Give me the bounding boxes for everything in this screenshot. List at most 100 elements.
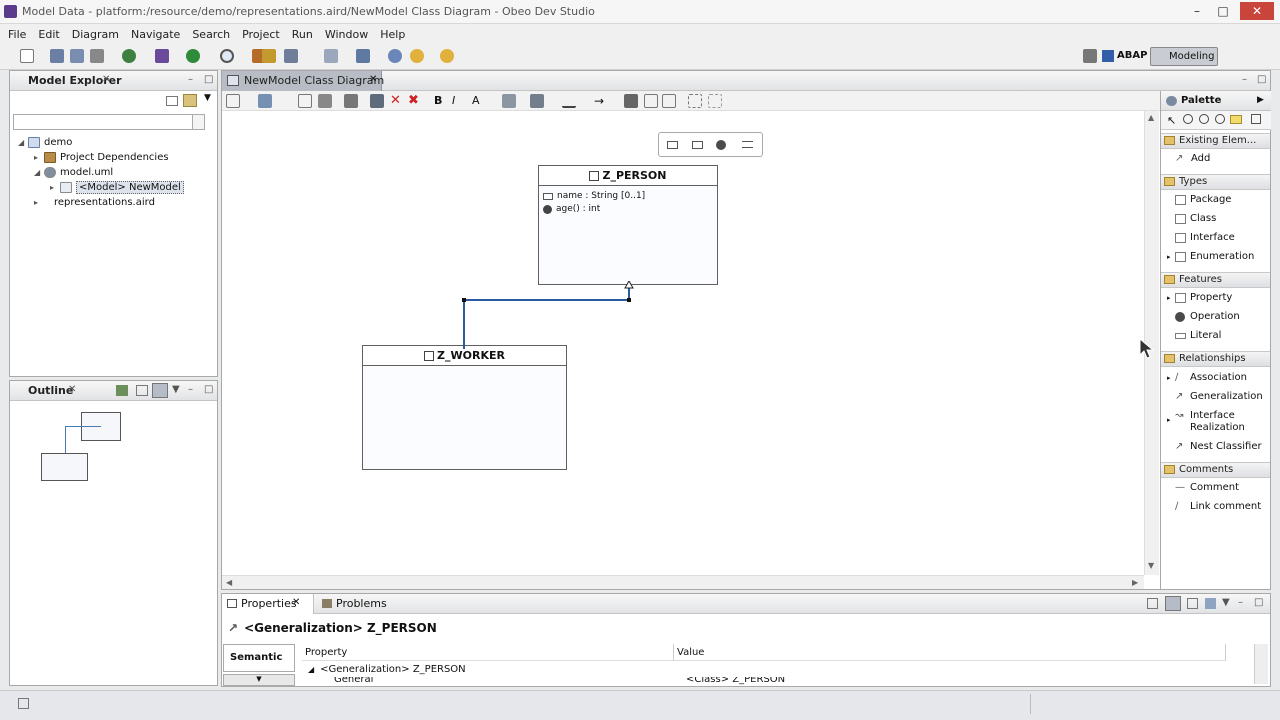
menu-file[interactable]: File xyxy=(8,28,26,41)
side-tab-scroll[interactable]: ▼ xyxy=(223,674,295,686)
tab-outline[interactable]: Outline xyxy=(28,384,73,397)
arrow-style-icon[interactable]: → xyxy=(594,94,608,108)
class-node-person[interactable]: Z_PERSON name : String [0..1] age() : in… xyxy=(538,165,718,285)
properties-scrollbar[interactable] xyxy=(1254,644,1268,684)
fill-color-icon[interactable] xyxy=(502,94,516,108)
palette-item-link-comment[interactable]: ∕ Link comment xyxy=(1175,501,1261,512)
select-tool-icon[interactable]: ↖ xyxy=(1167,114,1176,127)
perspective-abap[interactable]: ABAP xyxy=(1117,50,1147,61)
filter-icon[interactable] xyxy=(1165,596,1181,611)
expand-arrow-icon[interactable]: ◢ xyxy=(34,168,44,177)
maximize-icon[interactable]: □ xyxy=(204,74,213,85)
pin-icon[interactable] xyxy=(1147,598,1158,609)
grid-icon[interactable] xyxy=(688,94,702,108)
horizontal-scrollbar[interactable]: ◀ ▶ xyxy=(222,575,1144,589)
column-header-value[interactable]: Value xyxy=(674,644,1226,661)
menu-search[interactable]: Search xyxy=(192,28,230,41)
menu-run[interactable]: Run xyxy=(292,28,313,41)
table-row[interactable]: General <Class> Z_PERSON xyxy=(302,677,1232,686)
maximize-icon[interactable]: □ xyxy=(1254,597,1263,608)
palette-item-operation[interactable]: Operation xyxy=(1175,311,1240,322)
pin-icon[interactable] xyxy=(318,94,332,108)
outline-list-icon[interactable] xyxy=(136,385,148,396)
line-color-icon[interactable] xyxy=(530,94,544,108)
note-tool-icon[interactable] xyxy=(1230,115,1242,124)
expand-arrow-icon[interactable]: ▸ xyxy=(50,183,60,192)
open-type-icon[interactable] xyxy=(262,49,276,63)
palette-item-package[interactable]: Package xyxy=(1175,194,1231,205)
add-property-icon[interactable] xyxy=(667,141,678,149)
line-style-icon[interactable] xyxy=(562,94,576,108)
maximize-icon[interactable]: □ xyxy=(1212,2,1234,20)
menu-edit[interactable]: Edit xyxy=(38,28,59,41)
attribute-row[interactable]: name : String [0..1] xyxy=(539,190,717,203)
minimize-icon[interactable]: – xyxy=(1238,597,1243,608)
scroll-down-icon[interactable]: ▼ xyxy=(1148,561,1154,570)
tree-item-newmodel[interactable]: ▸ <Model> NewModel xyxy=(50,180,184,195)
tab-properties[interactable]: Properties ✕ xyxy=(222,594,314,614)
view-icon[interactable] xyxy=(1205,598,1216,609)
view-menu-icon[interactable]: ▼ xyxy=(172,384,180,395)
fast-view-icon[interactable] xyxy=(18,698,29,709)
delete-model-icon[interactable]: ✖ xyxy=(408,94,422,108)
select-all-icon[interactable] xyxy=(226,94,240,108)
debug-icon[interactable] xyxy=(122,49,136,63)
run-icon[interactable] xyxy=(186,49,200,63)
link-editor-icon[interactable] xyxy=(183,94,197,107)
expand-arrow-icon[interactable]: ◢ xyxy=(18,138,28,147)
palette-item-enumeration[interactable]: ▸ Enumeration xyxy=(1167,251,1254,262)
palette-section-existing[interactable]: Existing Elem... xyxy=(1161,133,1270,149)
minimize-icon[interactable]: – xyxy=(188,384,193,395)
note-attach-icon[interactable] xyxy=(1251,114,1261,124)
font-color-icon[interactable]: A xyxy=(472,94,486,108)
menu-window[interactable]: Window xyxy=(325,28,368,41)
open-perspective-icon[interactable] xyxy=(1083,49,1097,63)
close-icon[interactable]: ✕ xyxy=(102,74,110,85)
maximize-icon[interactable]: □ xyxy=(204,384,213,395)
back-icon[interactable] xyxy=(388,49,402,63)
filter-clear-icon[interactable] xyxy=(193,114,205,130)
back-history-icon[interactable] xyxy=(410,49,424,63)
add-operation-icon[interactable] xyxy=(716,140,726,150)
copy-format-icon[interactable] xyxy=(662,94,676,108)
diagram-canvas[interactable]: Z_PERSON name : String [0..1] age() : in… xyxy=(222,111,1144,575)
external-tools-icon[interactable] xyxy=(155,49,169,63)
menu-project[interactable]: Project xyxy=(242,28,280,41)
perspective-modeling[interactable]: Modeling xyxy=(1150,47,1218,66)
delete-icon[interactable]: ✕ xyxy=(390,94,404,108)
add-literal-icon[interactable] xyxy=(742,141,753,148)
forward-history-icon[interactable] xyxy=(440,49,454,63)
filter-input[interactable] xyxy=(13,114,193,130)
palette-item-class[interactable]: Class xyxy=(1175,213,1216,224)
close-icon[interactable]: ✕ xyxy=(68,384,76,395)
search-icon[interactable] xyxy=(220,49,234,63)
minimize-icon[interactable]: – xyxy=(188,74,193,85)
hide-icon[interactable] xyxy=(370,94,384,108)
italic-icon[interactable]: I xyxy=(452,94,466,108)
zoom-area-icon[interactable] xyxy=(1215,114,1225,124)
palette-section-features[interactable]: Features xyxy=(1161,272,1270,288)
refresh-icon[interactable] xyxy=(298,94,312,108)
outline-overview-icon[interactable] xyxy=(152,383,168,398)
maximize-icon[interactable]: □ xyxy=(1257,74,1266,85)
expand-arrow-icon[interactable]: ▸ xyxy=(34,198,44,207)
palette-item-comment[interactable]: — Comment xyxy=(1175,482,1239,493)
restore-icon[interactable] xyxy=(1187,598,1198,609)
arrange-icon[interactable] xyxy=(258,94,272,108)
minimize-icon[interactable]: – xyxy=(1186,2,1208,20)
palette-item-association[interactable]: ▸ ∕ Association xyxy=(1167,372,1247,383)
palette-item-property[interactable]: ▸ Property xyxy=(1167,292,1232,303)
bold-icon[interactable]: B xyxy=(434,94,448,108)
tree-item-model-uml[interactable]: ◢ model.uml xyxy=(34,165,113,180)
task-icon[interactable] xyxy=(284,49,298,63)
palette-item-add[interactable]: ↗ Add xyxy=(1175,153,1210,164)
format-icon[interactable] xyxy=(356,49,370,63)
expand-arrow-icon[interactable]: ▸ xyxy=(34,153,44,162)
scroll-left-icon[interactable]: ◀ xyxy=(226,578,232,587)
menu-help[interactable]: Help xyxy=(380,28,405,41)
tree-item-demo[interactable]: ◢ demo xyxy=(18,135,72,150)
tab-class-diagram[interactable]: NewModel Class Diagram ✕ xyxy=(222,71,384,91)
annotation-icon[interactable] xyxy=(324,49,338,63)
zoom-in-icon[interactable] xyxy=(1183,114,1193,124)
palette-item-interface[interactable]: Interface xyxy=(1175,232,1235,243)
